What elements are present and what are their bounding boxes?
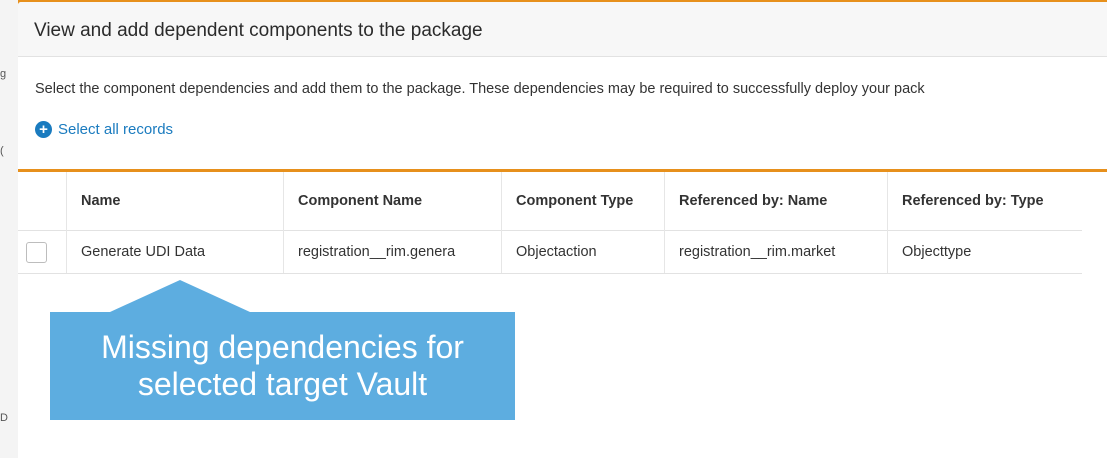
dialog-title: View and add dependent components to the… <box>34 20 483 41</box>
cell-component-name: registration__rim.genera <box>283 230 502 274</box>
select-all-records-label: Select all records <box>58 121 174 138</box>
column-header-component-type[interactable]: Component Type <box>501 172 665 231</box>
background-fragment: ( <box>0 145 4 157</box>
callout-pointer <box>110 280 250 312</box>
plus-circle-icon: + <box>35 121 52 138</box>
select-all-records-link[interactable]: + Select all records <box>35 121 173 138</box>
annotation-callout: Missing dependencies for selected target… <box>50 312 515 420</box>
dialog-description: Select the component dependencies and ad… <box>35 81 925 97</box>
background-fragment: g <box>0 68 7 80</box>
column-header-referenced-by-name[interactable]: Referenced by: Name <box>664 172 888 231</box>
cell-component-type: Objectaction <box>501 230 665 274</box>
cell-referenced-by-name: registration__rim.market <box>664 230 888 274</box>
cell-referenced-by-type: Objecttype <box>887 230 1082 274</box>
column-header-component-name[interactable]: Component Name <box>283 172 502 231</box>
cell-name: Generate UDI Data <box>66 230 284 274</box>
background-page: g ( D <box>0 0 18 458</box>
column-header-referenced-by-type[interactable]: Referenced by: Type <box>888 172 1083 231</box>
table-row[interactable]: Generate UDI Data registration__rim.gene… <box>18 230 1082 274</box>
select-column-header <box>18 172 67 231</box>
table-header-row: Name Component Name Component Type Refer… <box>18 172 1082 231</box>
callout-line-1: Missing dependencies for <box>101 329 464 365</box>
row-checkbox[interactable] <box>26 241 47 263</box>
callout-line-2: selected target Vault <box>137 366 428 402</box>
dependencies-table: Name Component Name Component Type Refer… <box>18 172 1082 274</box>
column-header-name[interactable]: Name <box>66 172 284 231</box>
background-fragment: D <box>0 412 8 424</box>
row-select-cell <box>18 230 67 274</box>
